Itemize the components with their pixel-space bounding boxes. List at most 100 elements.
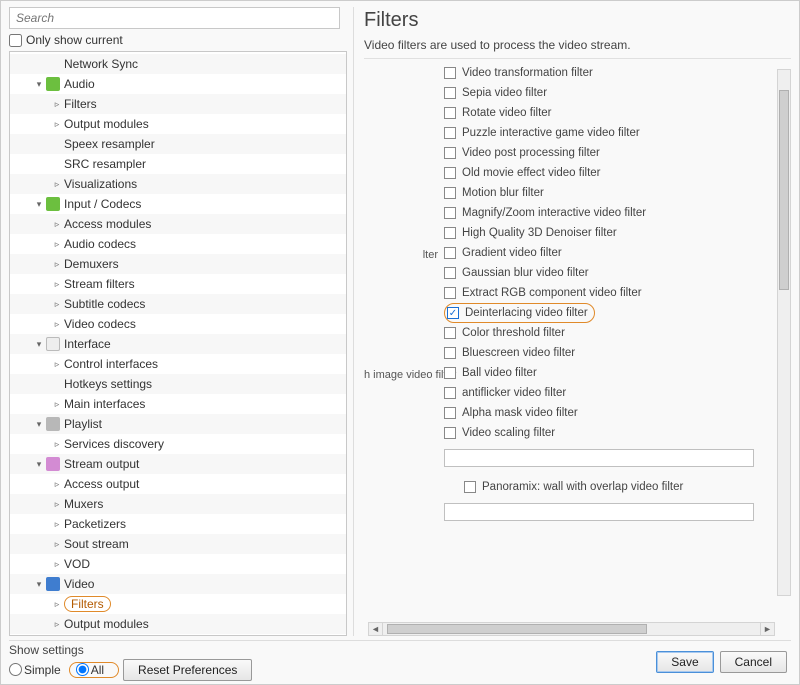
tree-item[interactable]: ▹Stream filters <box>10 274 346 294</box>
checkbox-icon[interactable] <box>444 347 456 359</box>
checkbox-icon[interactable] <box>444 327 456 339</box>
tree-item[interactable]: ▹Access modules <box>10 214 346 234</box>
checkbox-icon[interactable] <box>444 287 456 299</box>
radio-simple[interactable]: Simple <box>9 663 61 677</box>
tree-item[interactable]: ▹Demuxers <box>10 254 346 274</box>
expand-arrow-icon[interactable]: ▹ <box>52 539 62 550</box>
expand-arrow-icon[interactable]: ▾ <box>34 79 44 90</box>
checkbox-icon[interactable] <box>444 247 456 259</box>
reset-preferences-button[interactable]: Reset Preferences <box>123 659 252 681</box>
radio-all[interactable]: All <box>76 663 104 677</box>
expand-arrow-icon[interactable]: ▹ <box>52 519 62 530</box>
expand-arrow-icon[interactable]: ▹ <box>52 479 62 490</box>
settings-tree[interactable]: Network Sync▾Audio▹Filters▹Output module… <box>9 51 347 636</box>
checkbox-icon[interactable] <box>444 187 456 199</box>
tree-item[interactable]: ▹Visualizations <box>10 174 346 194</box>
checkbox-icon[interactable] <box>444 367 456 379</box>
tree-item[interactable]: ▹Main interfaces <box>10 394 346 414</box>
expand-arrow-icon[interactable]: ▹ <box>52 299 62 310</box>
filter-checkbox-row[interactable]: Gaussian blur video filter <box>444 263 791 283</box>
expand-arrow-icon[interactable]: ▾ <box>34 419 44 430</box>
tree-item[interactable]: Network Sync <box>10 54 346 74</box>
expand-arrow-icon[interactable]: ▹ <box>52 119 62 130</box>
filter-checkbox-row[interactable]: Sepia video filter <box>444 83 791 103</box>
filter-checkbox-row[interactable]: Magnify/Zoom interactive video filter <box>444 203 791 223</box>
expand-arrow-icon[interactable]: ▹ <box>52 259 62 270</box>
checkbox-icon[interactable] <box>444 147 456 159</box>
search-input[interactable] <box>9 7 340 29</box>
expand-arrow-icon[interactable]: ▹ <box>52 279 62 290</box>
expand-arrow-icon[interactable]: ▹ <box>52 599 62 610</box>
panoramix-checkbox-row[interactable]: Panoramix: wall with overlap video filte… <box>464 477 791 497</box>
checkbox-icon[interactable] <box>444 387 456 399</box>
filter-checkbox-row[interactable]: Extract RGB component video filter <box>444 283 791 303</box>
expand-arrow-icon[interactable]: ▾ <box>34 579 44 590</box>
checkbox-icon[interactable] <box>444 167 456 179</box>
filter-checkbox-row[interactable]: antiflicker video filter <box>444 383 791 403</box>
filter-checkbox-row[interactable]: Bluescreen video filter <box>444 343 791 363</box>
only-show-current-box[interactable] <box>9 34 22 47</box>
tree-item[interactable]: SRC resampler <box>10 154 346 174</box>
tree-item[interactable]: ▾Interface <box>10 334 346 354</box>
expand-arrow-icon[interactable]: ▹ <box>52 559 62 570</box>
tree-item[interactable]: ▹Subtitles / OSD <box>10 634 346 636</box>
filter-checkbox-row[interactable]: Motion blur filter <box>444 183 791 203</box>
tree-item[interactable]: ▹Audio codecs <box>10 234 346 254</box>
checkbox-icon[interactable] <box>444 207 456 219</box>
only-show-current-checkbox[interactable]: Only show current <box>9 33 347 47</box>
scrollbar-thumb[interactable] <box>779 90 789 290</box>
radio-simple-input[interactable] <box>9 663 22 676</box>
tree-item[interactable]: ▹Output modules <box>10 614 346 634</box>
checkbox-icon[interactable] <box>444 87 456 99</box>
vertical-scrollbar[interactable] <box>777 69 791 596</box>
checkbox-icon[interactable] <box>444 227 456 239</box>
expand-arrow-icon[interactable]: ▹ <box>52 239 62 250</box>
checkbox-icon[interactable] <box>464 481 476 493</box>
checkbox-icon[interactable] <box>444 267 456 279</box>
filter-checkbox-row[interactable]: Old movie effect video filter <box>444 163 791 183</box>
scrollbar-thumb[interactable] <box>387 624 647 634</box>
expand-arrow-icon[interactable]: ▹ <box>52 399 62 410</box>
tree-item[interactable]: Speex resampler <box>10 134 346 154</box>
filter-checkbox-row[interactable]: Ball video filter <box>444 363 791 383</box>
expand-arrow-icon[interactable]: ▹ <box>52 359 62 370</box>
expand-arrow-icon[interactable]: ▾ <box>34 459 44 470</box>
expand-arrow-icon[interactable]: ▹ <box>52 99 62 110</box>
filter-checkbox-row[interactable]: Video scaling filter <box>444 423 791 443</box>
tree-item[interactable]: ▹Access output <box>10 474 346 494</box>
checkbox-icon[interactable]: ✓ <box>447 307 459 319</box>
expand-arrow-icon[interactable]: ▾ <box>34 199 44 210</box>
tree-item[interactable]: ▾Audio <box>10 74 346 94</box>
tree-item[interactable]: ▾Playlist <box>10 414 346 434</box>
filter-checkbox-row[interactable]: Gradient video filter <box>444 243 791 263</box>
checkbox-icon[interactable] <box>444 407 456 419</box>
tree-item[interactable]: ▹Subtitle codecs <box>10 294 346 314</box>
filter-checkbox-row[interactable]: High Quality 3D Denoiser filter <box>444 223 791 243</box>
checkbox-icon[interactable] <box>444 427 456 439</box>
tree-item[interactable]: ▹Packetizers <box>10 514 346 534</box>
tree-item[interactable]: ▹Sout stream <box>10 534 346 554</box>
tree-item[interactable]: ▾Input / Codecs <box>10 194 346 214</box>
filter-checkbox-row[interactable]: Color threshold filter <box>444 323 791 343</box>
filter-checkbox-row[interactable]: Alpha mask video filter <box>444 403 791 423</box>
expand-arrow-icon[interactable]: ▹ <box>52 439 62 450</box>
save-button[interactable]: Save <box>656 651 713 673</box>
checkbox-icon[interactable] <box>444 127 456 139</box>
tree-item[interactable]: ▹Control interfaces <box>10 354 346 374</box>
scroll-left-icon[interactable]: ◄ <box>369 623 383 635</box>
expand-arrow-icon[interactable]: ▹ <box>52 619 62 630</box>
tree-item[interactable]: ▾Video <box>10 574 346 594</box>
tree-item[interactable]: ▹Filters <box>10 594 346 614</box>
filter-checkbox-row[interactable]: Rotate video filter <box>444 103 791 123</box>
tree-item[interactable]: ▹Services discovery <box>10 434 346 454</box>
tree-item[interactable]: Hotkeys settings <box>10 374 346 394</box>
tree-item[interactable]: ▹Filters <box>10 94 346 114</box>
expand-arrow-icon[interactable]: ▹ <box>52 179 62 190</box>
filter-text-input[interactable] <box>444 449 754 467</box>
filter-checkbox-row[interactable]: Video transformation filter <box>444 63 791 83</box>
filter-checkbox-row[interactable]: Video post processing filter <box>444 143 791 163</box>
tree-item[interactable]: ▹Muxers <box>10 494 346 514</box>
scroll-right-icon[interactable]: ► <box>760 623 774 635</box>
expand-arrow-icon[interactable]: ▹ <box>52 219 62 230</box>
tree-item[interactable]: ▹Video codecs <box>10 314 346 334</box>
